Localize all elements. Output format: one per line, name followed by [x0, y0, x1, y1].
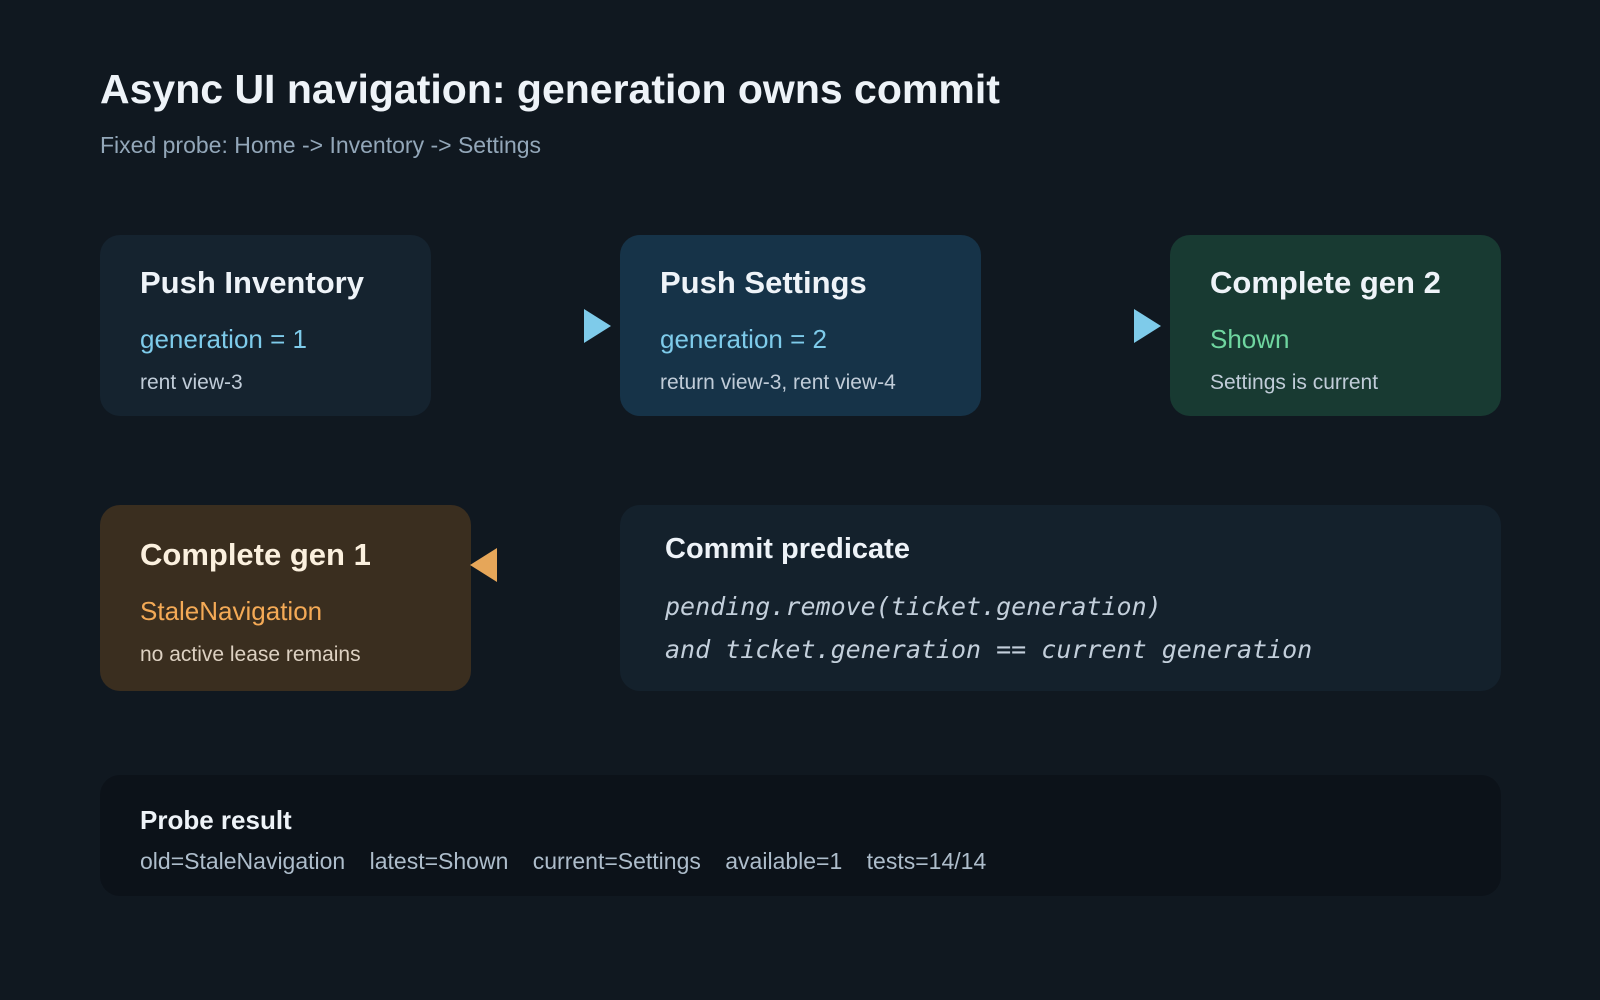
probe-value-old: old=StaleNavigation: [140, 848, 346, 874]
probe-result-values: old=StaleNavigation latest=Shown current…: [140, 848, 1004, 875]
step-state: StaleNavigation: [140, 596, 323, 626]
commit-predicate-panel: Commit predicate pending.remove(ticket.g…: [620, 505, 1501, 691]
arrow-right-icon: [1134, 309, 1161, 343]
probe-value-current: current=Settings: [532, 848, 701, 874]
page-subtitle: Fixed probe: Home -> Inventory -> Settin…: [100, 132, 542, 158]
step-note: return view-3, rent view-4: [660, 371, 896, 394]
step-title: Push Inventory: [140, 265, 364, 300]
step-card-complete-gen2: Complete gen 2 Shown Settings is current: [1170, 235, 1501, 416]
step-state: generation = 1: [140, 324, 307, 354]
step-note: Settings is current: [1210, 371, 1379, 394]
step-state: generation = 2: [660, 324, 827, 354]
step-title: Push Settings: [660, 265, 867, 300]
probe-value-latest: latest=Shown: [369, 848, 509, 874]
step-card-complete-gen1: Complete gen 1 StaleNavigation no active…: [100, 505, 471, 691]
step-card-push-settings: Push Settings generation = 2 return view…: [620, 235, 981, 416]
probe-value-tests: tests=14/14: [866, 848, 987, 874]
arrow-left-icon: [470, 548, 497, 582]
probe-result-panel: Probe result old=StaleNavigation latest=…: [100, 775, 1501, 896]
predicate-title: Commit predicate: [665, 533, 910, 565]
step-title: Complete gen 1: [140, 537, 371, 572]
step-card-push-inventory: Push Inventory generation = 1 rent view-…: [100, 235, 431, 416]
step-note: rent view-3: [140, 371, 243, 394]
predicate-code-line: and ticket.generation == current generat…: [665, 635, 1313, 664]
predicate-code-line: pending.remove(ticket.generation): [665, 592, 1162, 621]
probe-result-title: Probe result: [140, 805, 292, 835]
step-title: Complete gen 2: [1210, 265, 1441, 300]
probe-value-available: available=1: [725, 848, 843, 874]
page-title: Async UI navigation: generation owns com…: [100, 66, 1000, 112]
arrow-right-icon: [584, 309, 611, 343]
step-state: Shown: [1210, 324, 1290, 354]
step-note: no active lease remains: [140, 643, 361, 666]
